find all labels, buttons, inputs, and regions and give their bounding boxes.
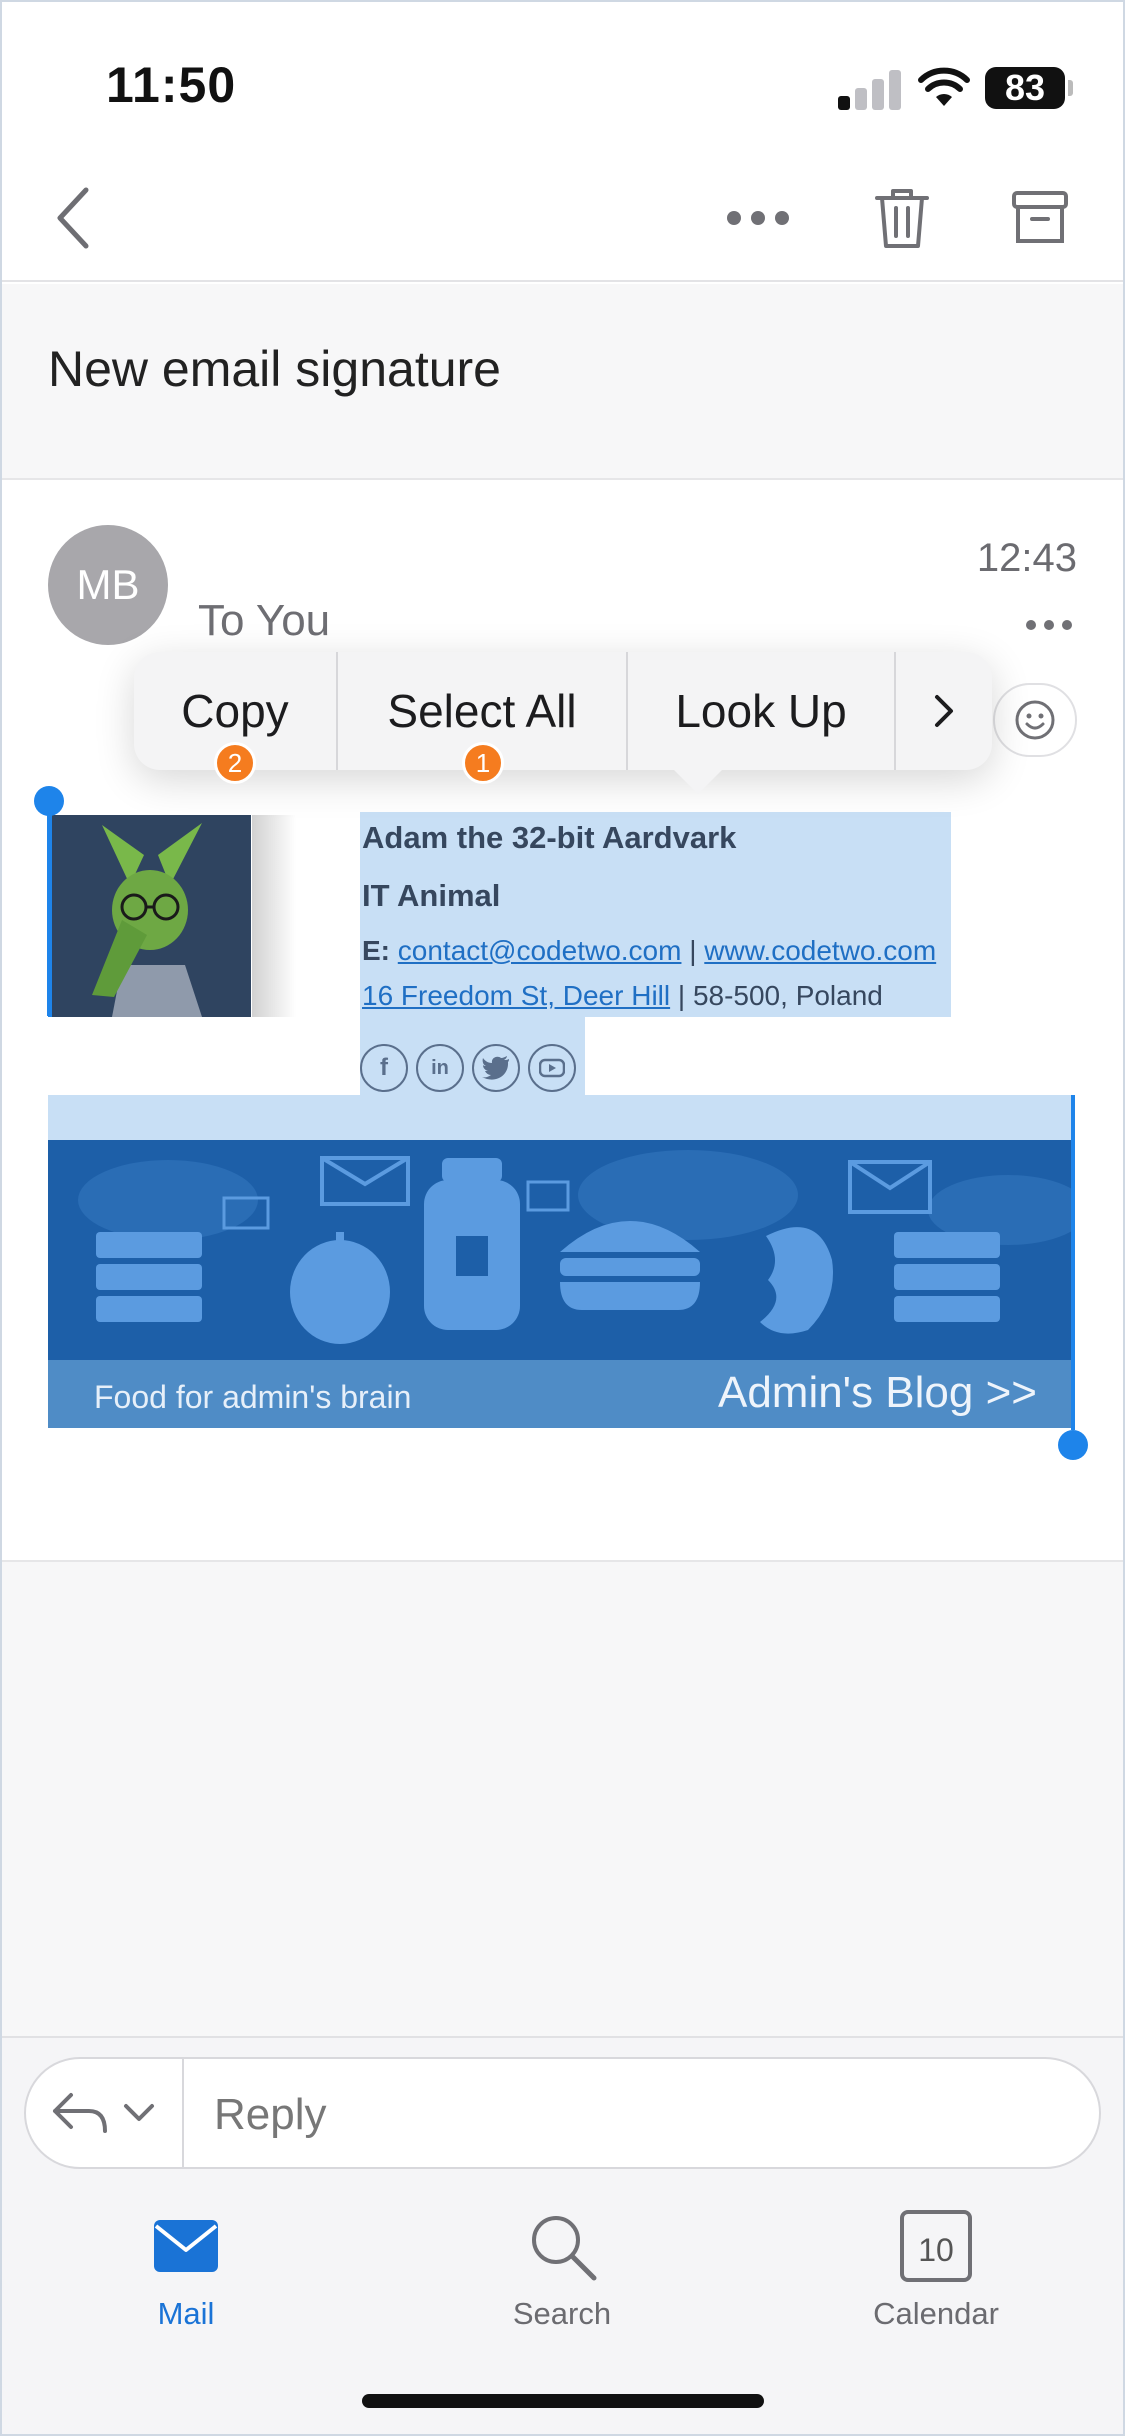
youtube-icon[interactable] [528, 1044, 576, 1092]
tab-search-label: Search [512, 2296, 612, 2331]
sender-avatar[interactable]: MB [48, 525, 168, 645]
subject-bar: New email signature [0, 284, 1125, 480]
email-label: E: [362, 935, 390, 966]
banner-tagline: Food for admin's brain [94, 1379, 412, 1415]
calendar-icon: 10 [900, 2210, 972, 2282]
facebook-icon[interactable]: f [360, 1044, 408, 1092]
selection-end-bar [1071, 1095, 1075, 1430]
signature-role: IT Animal [362, 878, 501, 913]
reply-options-button[interactable] [24, 2057, 184, 2169]
mail-icon [154, 2220, 218, 2272]
back-chevron-icon[interactable] [32, 178, 112, 258]
signature-address-line: 16 Freedom St, Deer Hill | 58-500, Polan… [362, 980, 883, 1012]
status-time: 11:50 [106, 57, 237, 113]
chevron-right-icon [935, 695, 953, 727]
recipient-line[interactable]: To You [198, 596, 330, 646]
message-time: 12:43 [976, 536, 1077, 580]
banner-illustration [48, 1140, 1073, 1360]
selection-end-handle[interactable] [1058, 1430, 1088, 1460]
website-link[interactable]: www.codetwo.com [704, 935, 936, 966]
tab-mail-label: Mail [157, 2296, 215, 2331]
tab-search[interactable]: Search [452, 2210, 672, 2340]
reply-arrow-icon [53, 2093, 107, 2133]
banner-selection-highlight [48, 1095, 1073, 1140]
home-indicator[interactable] [362, 2394, 764, 2408]
linkedin-icon[interactable]: in [416, 1044, 464, 1092]
message-toolbar [0, 150, 1125, 282]
email-link[interactable]: contact@codetwo.com [398, 935, 682, 966]
twitter-icon[interactable] [472, 1044, 520, 1092]
calendar-day: 10 [918, 2231, 954, 2268]
look-up-label: Look Up [675, 685, 847, 737]
reply-field[interactable] [24, 2057, 1101, 2169]
more-options-menu-item[interactable] [896, 652, 992, 770]
empty-thread-area [0, 1562, 1125, 2036]
look-up-menu-item[interactable]: Look Up [628, 652, 896, 770]
tab-mail[interactable]: Mail [76, 2210, 296, 2340]
copy-label: Copy [181, 685, 289, 737]
email-subject: New email signature [48, 341, 501, 397]
banner-footer: Food for admin's brain Admin's Blog >> [48, 1360, 1073, 1428]
sender-portrait-image [48, 815, 251, 1017]
tab-calendar-label: Calendar [873, 2296, 999, 2331]
more-horizontal-icon[interactable] [718, 178, 798, 258]
chevron-down-icon [124, 2104, 154, 2121]
battery-icon: 83 [985, 67, 1073, 109]
selection-start-bar [47, 806, 51, 1016]
signature-name: Adam the 32-bit Aardvark [362, 820, 737, 855]
text-selection-menu: Copy 2 Select All 1 Look Up [134, 652, 992, 794]
smiley-icon [1015, 700, 1055, 740]
wifi-icon [918, 67, 970, 106]
select-all-menu-item[interactable]: Select All 1 [338, 652, 628, 784]
step-badge-2: 2 [214, 742, 256, 784]
archive-icon[interactable] [1000, 178, 1080, 258]
select-all-label: Select All [387, 685, 577, 737]
message-more-icon[interactable] [1025, 610, 1073, 640]
contact-separator: | [689, 935, 697, 966]
trash-icon[interactable] [862, 178, 942, 258]
step-badge-1: 1 [462, 742, 504, 784]
address-rest: | 58-500, Poland [677, 980, 883, 1011]
reaction-emoji-button[interactable] [993, 683, 1077, 757]
search-icon [532, 2216, 597, 2281]
copy-menu-item[interactable]: Copy 2 [134, 652, 338, 784]
portrait-shadow [252, 815, 296, 1017]
admins-blog-link[interactable]: Admin's Blog >> [718, 1368, 1037, 1418]
address-link[interactable]: 16 Freedom St, Deer Hill [362, 980, 670, 1011]
admins-blog-banner[interactable]: Food for admin's brain Admin's Blog >> [48, 1140, 1073, 1428]
reply-placeholder: Reply [214, 2090, 327, 2139]
tab-calendar[interactable]: 10 Calendar [826, 2210, 1046, 2340]
cellular-signal-icon [838, 70, 901, 110]
signature-contact-line: E: contact@codetwo.com | www.codetwo.com [362, 935, 936, 967]
